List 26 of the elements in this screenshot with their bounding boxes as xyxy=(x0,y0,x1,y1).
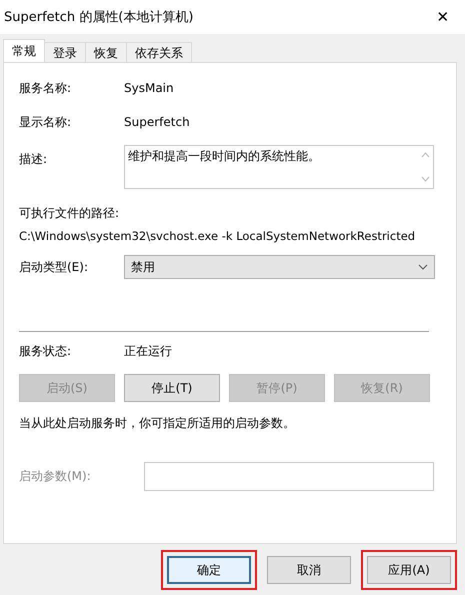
chevron-down-icon xyxy=(418,264,428,270)
tab[interactable]: 依存关系 xyxy=(126,42,192,62)
close-button[interactable]: ✕ xyxy=(421,0,465,34)
service-button[interactable]: 停止(T) xyxy=(124,374,220,402)
scroll-down-icon[interactable] xyxy=(421,176,430,182)
field-value: SysMain xyxy=(124,81,174,95)
dialog-button[interactable]: 确定 xyxy=(167,556,251,584)
hint-text: 当从此处启动服务时，你可指定所适用的启动参数。 xyxy=(19,415,296,432)
field-value: Superfetch xyxy=(124,115,190,129)
field-label: 可执行文件的路径: xyxy=(19,205,120,222)
dialog-button[interactable]: 取消 xyxy=(267,556,351,584)
field-label: 启动类型(E): xyxy=(19,258,89,276)
scroll-up-icon[interactable] xyxy=(421,152,430,158)
field-label: 描述: xyxy=(19,151,48,168)
field-label: 启动参数(M): xyxy=(19,468,92,485)
startup-type-dropdown[interactable]: 禁用 xyxy=(124,255,435,279)
tab[interactable]: 恢复 xyxy=(85,42,127,62)
field-label: 显示名称: xyxy=(19,114,72,130)
field-label: 服务名称: xyxy=(19,80,72,96)
status-value: 正在运行 xyxy=(124,342,172,360)
dialog-button[interactable]: 应用(A) xyxy=(367,556,451,584)
path-text: C:\Windows\system32\svchost.exe -k LocalSystemNetworkRestricted xyxy=(19,229,416,243)
window-title: Superfetch 的属性(本地计算机) xyxy=(4,9,194,26)
description-box[interactable]: 维护和提高一段时间内的系统性能。 xyxy=(124,145,434,189)
field-label: 服务状态: xyxy=(19,342,72,360)
tab[interactable]: 常规 xyxy=(3,39,45,62)
